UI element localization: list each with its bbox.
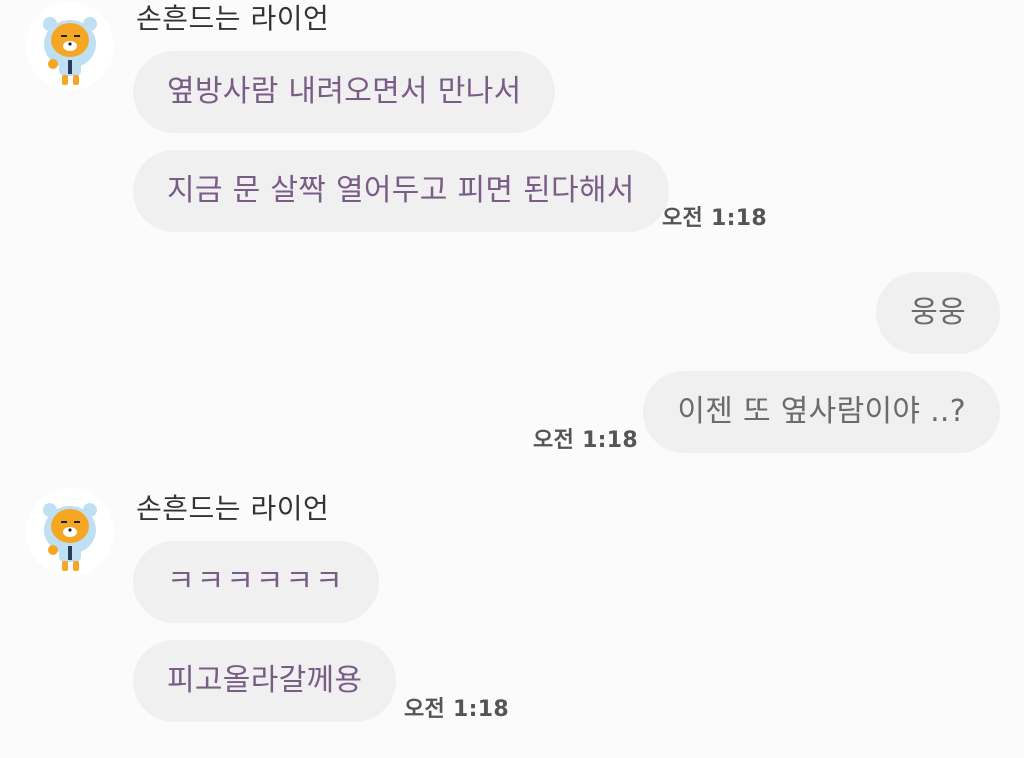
message-timestamp: 오전 1:18 [404,697,509,722]
sender-name: 손흔드는 라이언 [136,2,330,35]
message-bubble[interactable]: 웅웅 [876,272,1000,354]
message-bubble[interactable]: 피고올라갈께용 [133,640,397,722]
message-timestamp: 오전 1:18 [662,206,767,231]
chat-view: 손흔드는 라이언 옆방사람 내려오면서 만나서 지금 문 살짝 열어두고 피면 … [0,0,1024,758]
ryan-character-avatar-icon [43,503,97,571]
message-timestamp: 오전 1:18 [533,428,638,453]
avatar[interactable] [26,2,114,90]
message-bubble[interactable]: 옆방사람 내려오면서 만나서 [133,51,556,133]
sender-name: 손흔드는 라이언 [136,492,330,525]
message-bubble[interactable]: 지금 문 살짝 열어두고 피면 된다해서 [133,150,669,232]
avatar[interactable] [26,488,114,576]
message-bubble[interactable]: ㅋㅋㅋㅋㅋㅋ [133,541,379,623]
message-bubble[interactable]: 이젠 또 옆사람이야 ..? [643,371,1000,453]
ryan-character-avatar-icon [43,17,97,85]
